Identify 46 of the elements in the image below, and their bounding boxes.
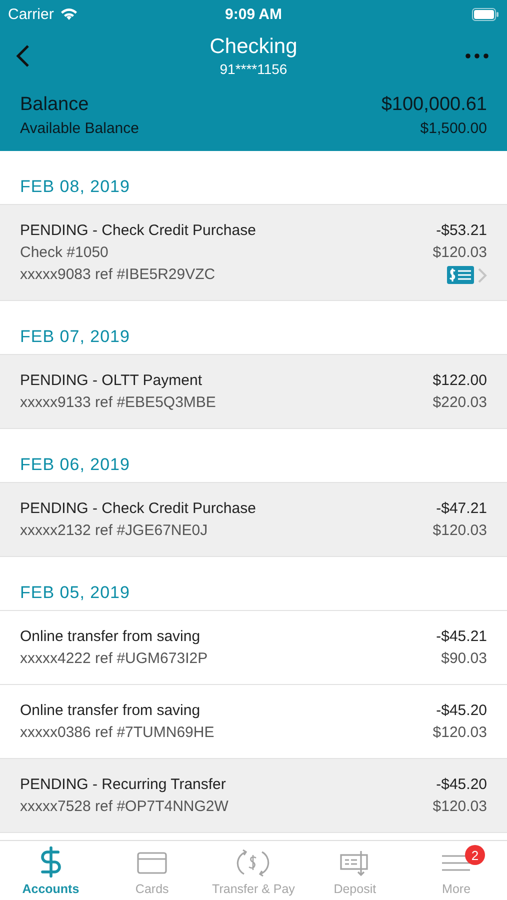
transaction-detail: xxxxx2132 ref #JGE67NE0J: [20, 521, 208, 541]
transaction-amount: $122.00: [432, 371, 487, 391]
transaction-detail: xxxxx4222 ref #UGM673I2P: [20, 649, 208, 669]
transaction-detail: xxxxx9083 ref #IBE5R29VZC: [20, 265, 216, 285]
transaction-title: PENDING - Check Credit Purchase: [20, 221, 256, 241]
transaction-amount: -$47.21: [436, 499, 487, 519]
transaction-amount: -$45.21: [436, 627, 487, 647]
carrier-label: Carrier: [8, 6, 54, 22]
transaction-row[interactable]: PENDING - Check Credit Purchase Check #1050 xxxxx9083 ref #IBE5R29VZC -$53.21 $120.03: [0, 205, 507, 301]
transaction-detail: xxxxx7528 ref #OP7T4NNG2W: [20, 797, 228, 817]
available-balance-value: $1,500.00: [420, 120, 487, 137]
transaction-row[interactable]: PENDING - Check Credit Purchase xxxxx2132 ref #JGE67NE0J -$47.21 $120.03: [0, 483, 507, 557]
tab-item[interactable]: Accounts: [0, 841, 102, 900]
transaction-title: PENDING - Check Credit Purchase: [20, 499, 256, 519]
transaction-title: Online transfer from saving: [20, 701, 200, 721]
tab-item[interactable]: More 2: [406, 841, 507, 900]
transaction-amount: -$45.20: [436, 775, 487, 795]
battery-icon: [472, 8, 499, 20]
balance-label: Balance: [20, 94, 89, 116]
transaction-detail: xxxxx0386 ref #7TUMN69HE: [20, 723, 214, 743]
transaction-title: PENDING - Recurring Transfer: [20, 775, 226, 795]
balance-value: $100,000.61: [381, 94, 487, 116]
running-balance: $90.03: [441, 649, 487, 669]
check-image-icon[interactable]: [447, 266, 474, 284]
transaction-detail: xxxxx9133 ref #EBE5Q3MBE: [20, 393, 216, 413]
notification-badge: 2: [465, 845, 485, 865]
running-balance: $120.03: [432, 723, 487, 743]
transaction-row[interactable]: PENDING - Recurring Transfer xxxxx7528 ref #OP7T4NNG2W -$45.20 $120.03: [0, 759, 507, 833]
transaction-title: Online transfer from saving: [20, 627, 200, 647]
transaction-amount: -$53.21: [436, 221, 487, 241]
available-balance-label: Available Balance: [20, 120, 139, 137]
running-balance: $120.03: [432, 797, 487, 817]
more-icon[interactable]: [465, 53, 489, 59]
running-balance: $120.03: [432, 243, 487, 263]
back-icon[interactable]: [16, 44, 30, 68]
running-balance: $220.03: [432, 393, 487, 413]
transaction-title: PENDING - OLTT Payment: [20, 371, 202, 391]
transaction-detail: Check #1050: [20, 243, 108, 263]
wifi-icon: [60, 7, 78, 21]
running-balance: $120.03: [432, 521, 487, 541]
transaction-amount: -$45.20: [436, 701, 487, 721]
nav-title: Checking: [210, 35, 298, 59]
account-number: 91****1156: [220, 61, 288, 77]
status-time: 9:09 AM: [225, 6, 282, 22]
transfer-icon: [236, 847, 270, 879]
transaction-row[interactable]: PENDING - OLTT Payment xxxxx9133 ref #EBE5Q3MBE $122.00 $220.03: [0, 355, 507, 429]
